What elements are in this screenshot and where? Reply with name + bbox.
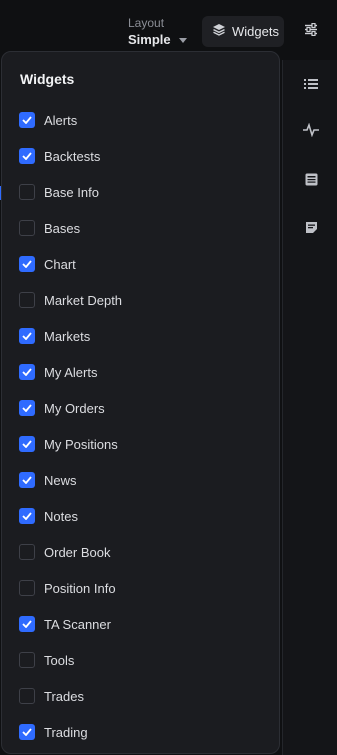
widget-checkbox[interactable] (19, 148, 35, 164)
widget-checkbox[interactable] (19, 328, 35, 344)
widget-option[interactable]: Trading (19, 722, 88, 742)
widget-option[interactable]: My Alerts (19, 362, 97, 382)
widget-option[interactable]: Trades (19, 686, 84, 706)
widget-option[interactable]: Base Info (19, 182, 99, 202)
widget-option[interactable]: Position Info (19, 578, 116, 598)
widget-option[interactable]: Notes (19, 506, 78, 526)
activity-icon[interactable] (303, 122, 319, 138)
widget-option-label: Chart (44, 256, 76, 272)
widget-checkbox[interactable] (19, 364, 35, 380)
list-icon[interactable] (303, 76, 319, 92)
widget-checkbox[interactable] (19, 688, 35, 704)
sliders-icon (304, 22, 318, 41)
widget-checkbox[interactable] (19, 112, 35, 128)
widget-option[interactable]: Alerts (19, 110, 77, 130)
widget-option-label: TA Scanner (44, 616, 111, 632)
widget-option-label: Backtests (44, 148, 101, 164)
widget-checkbox[interactable] (19, 400, 35, 416)
check-icon (22, 332, 32, 340)
widget-option[interactable]: Bases (19, 218, 80, 238)
widget-checkbox[interactable] (19, 652, 35, 668)
widget-option[interactable]: Market Depth (19, 290, 122, 310)
check-icon (22, 728, 32, 736)
widget-option-label: Alerts (44, 112, 78, 128)
check-icon (22, 440, 32, 448)
check-icon (22, 116, 32, 124)
widget-option-label: My Orders (44, 400, 105, 416)
check-icon (22, 368, 32, 376)
widget-checkbox[interactable] (19, 436, 35, 452)
layout-label: Layout (128, 16, 165, 30)
widgets-dropdown-panel: Widgets Alerts Backtests Base Info Bases Cha… (1, 51, 280, 754)
widget-option[interactable]: My Orders (19, 398, 105, 418)
panel-title: Widgets (20, 71, 75, 87)
right-sidebar (282, 60, 337, 755)
layout-value[interactable]: Simple (128, 32, 171, 47)
check-icon (22, 260, 32, 268)
check-icon (22, 152, 32, 160)
widget-option-label: Trading (44, 724, 88, 740)
widget-option-label: My Positions (44, 436, 118, 452)
widgets-button-label: Widgets (232, 24, 279, 39)
widget-option-label: Markets (44, 328, 91, 344)
widgets-button[interactable]: Widgets (202, 16, 284, 47)
widget-checkbox[interactable] (19, 184, 35, 200)
widget-option-label: My Alerts (44, 364, 98, 380)
widget-checkbox[interactable] (19, 292, 35, 308)
widget-option-label: Bases (44, 220, 81, 236)
widget-option-label: Tools (44, 652, 75, 668)
check-icon (22, 512, 32, 520)
widget-option[interactable]: Order Book (19, 542, 110, 562)
newspaper-icon[interactable] (303, 171, 319, 187)
widget-option[interactable]: Tools (19, 650, 74, 670)
check-icon (22, 476, 32, 484)
widget-option-label: News (44, 472, 77, 488)
chevron-down-icon[interactable] (178, 38, 187, 43)
widget-option-label: Order Book (44, 544, 111, 560)
widget-option[interactable]: Chart (19, 254, 76, 274)
widget-option[interactable]: News (19, 470, 77, 490)
layers-icon (212, 23, 226, 40)
widget-checkbox[interactable] (19, 616, 35, 632)
settings-sliders-button[interactable] (296, 16, 326, 47)
widget-option-label: Base Info (44, 184, 99, 200)
layout-selector[interactable]: Layout Simple (128, 15, 187, 47)
widget-checkbox[interactable] (19, 220, 35, 236)
widget-checkbox[interactable] (19, 508, 35, 524)
check-icon (22, 620, 32, 628)
widget-option[interactable]: My Positions (19, 434, 118, 454)
widget-checkbox[interactable] (19, 724, 35, 740)
widget-option-label: Notes (44, 508, 78, 524)
widget-option[interactable]: Backtests (19, 146, 100, 166)
widget-option[interactable]: TA Scanner (19, 614, 111, 634)
widget-option-label: Trades (44, 688, 84, 704)
check-icon (22, 404, 32, 412)
note-icon[interactable] (303, 219, 319, 235)
widget-checkbox[interactable] (19, 544, 35, 560)
widget-option-label: Market Depth (44, 292, 123, 308)
widget-option-label: Position Info (44, 580, 116, 596)
widget-checkbox[interactable] (19, 256, 35, 272)
widget-checkbox[interactable] (19, 472, 35, 488)
widget-checkbox[interactable] (19, 580, 35, 596)
widget-option[interactable]: Markets (19, 326, 90, 346)
